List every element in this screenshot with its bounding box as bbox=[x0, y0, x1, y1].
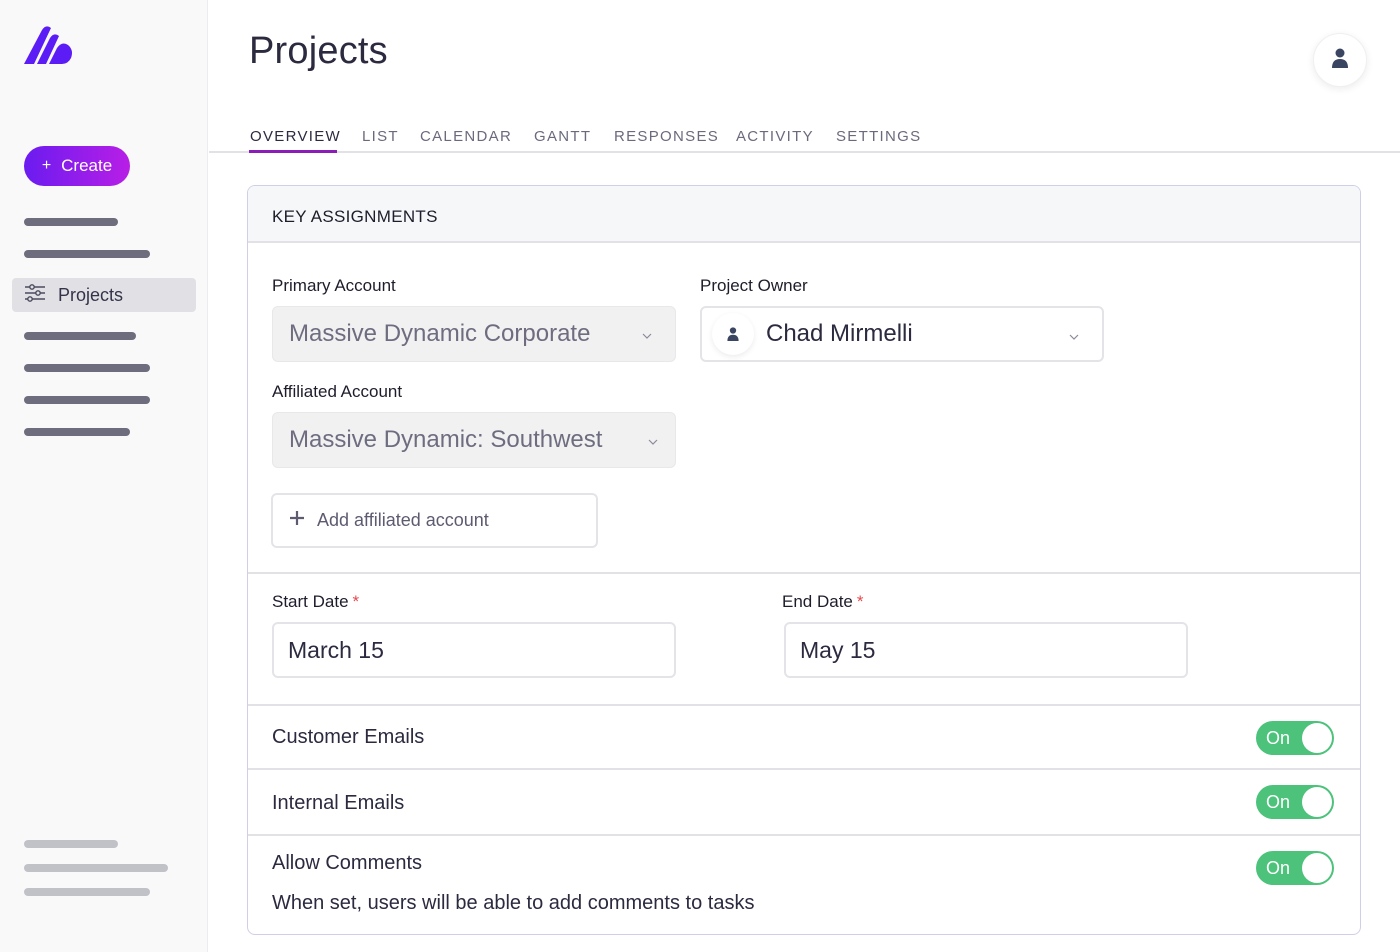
brand-logo[interactable] bbox=[24, 24, 74, 66]
footer-item-placeholder[interactable] bbox=[24, 840, 118, 848]
sidebar-item-projects[interactable]: Projects bbox=[12, 278, 196, 312]
nav-item-placeholder[interactable] bbox=[24, 332, 136, 340]
start-date-label-text: Start Date bbox=[272, 592, 349, 611]
key-assignments-card: KEY ASSIGNMENTS Primary Account Massive … bbox=[247, 185, 1361, 935]
internal-emails-toggle[interactable]: On bbox=[1256, 785, 1334, 819]
customer-emails-label: Customer Emails bbox=[272, 726, 425, 748]
start-date-label: Start Date * bbox=[272, 592, 359, 612]
active-tab-indicator bbox=[249, 150, 337, 153]
section-divider bbox=[248, 834, 1360, 836]
nav-item-placeholder[interactable] bbox=[24, 428, 130, 436]
section-divider bbox=[248, 572, 1360, 574]
tab-list[interactable]: LIST bbox=[362, 128, 399, 145]
affiliated-account-value: Massive Dynamic: Southwest bbox=[289, 426, 603, 453]
user-icon bbox=[712, 313, 754, 355]
footer-item-placeholder[interactable] bbox=[24, 888, 150, 896]
end-date-input[interactable]: May 15 bbox=[784, 622, 1188, 678]
card-title: KEY ASSIGNMENTS bbox=[272, 207, 438, 226]
nav-item-placeholder[interactable] bbox=[24, 250, 150, 258]
required-indicator: * bbox=[352, 592, 360, 611]
tab-gantt[interactable]: GANTT bbox=[534, 128, 591, 145]
primary-account-select[interactable]: Massive Dynamic Corporate bbox=[272, 306, 676, 362]
allow-comments-label: Allow Comments bbox=[272, 852, 423, 874]
customer-emails-toggle[interactable]: On bbox=[1256, 721, 1334, 755]
primary-account-label: Primary Account bbox=[272, 276, 396, 295]
tab-calendar[interactable]: CALENDAR bbox=[420, 128, 512, 145]
sidebar-item-label: Projects bbox=[58, 284, 124, 305]
end-date-label: End Date * bbox=[782, 592, 864, 612]
affiliated-account-label: Affiliated Account bbox=[272, 382, 403, 401]
sliders-icon bbox=[24, 283, 46, 307]
primary-account-value: Massive Dynamic Corporate bbox=[289, 320, 591, 347]
page-title: Projects bbox=[249, 30, 388, 72]
tab-settings[interactable]: SETTINGS bbox=[836, 128, 921, 145]
project-owner-value: Chad Mirmelli bbox=[766, 320, 913, 347]
toggle-knob bbox=[1302, 787, 1332, 817]
toggle-state: On bbox=[1266, 728, 1291, 748]
required-indicator: * bbox=[856, 592, 864, 611]
create-button[interactable]: + Create bbox=[24, 146, 130, 186]
chevron-down-icon bbox=[1068, 328, 1080, 346]
toggle-state: On bbox=[1266, 792, 1291, 812]
nav-item-placeholder[interactable] bbox=[24, 218, 118, 226]
add-affiliated-account-button[interactable]: Add affiliated account bbox=[271, 493, 598, 548]
end-date-label-text: End Date bbox=[782, 592, 853, 611]
tab-overview[interactable]: OVERVIEW bbox=[250, 128, 341, 145]
allow-comments-toggle[interactable]: On bbox=[1256, 851, 1334, 885]
project-owner-select[interactable]: Chad Mirmelli bbox=[700, 306, 1104, 362]
footer-item-placeholder[interactable] bbox=[24, 864, 168, 872]
toggle-knob bbox=[1302, 853, 1332, 883]
section-divider bbox=[248, 704, 1360, 706]
nav-item-placeholder[interactable] bbox=[24, 364, 150, 372]
tab-activity[interactable]: ACTIVITY bbox=[736, 128, 814, 145]
toggle-knob bbox=[1302, 723, 1332, 753]
start-date-input[interactable]: March 15 bbox=[272, 622, 676, 678]
toggle-state: On bbox=[1266, 858, 1291, 878]
card-header: KEY ASSIGNMENTS bbox=[248, 186, 1360, 243]
plus-icon bbox=[289, 510, 305, 531]
create-label: Create bbox=[61, 156, 113, 175]
nav-item-placeholder[interactable] bbox=[24, 396, 150, 404]
tab-responses[interactable]: RESPONSES bbox=[614, 128, 719, 145]
project-owner-label: Project Owner bbox=[700, 276, 808, 295]
tab-bar: OVERVIEW LIST CALENDAR GANTT RESPONSES A… bbox=[209, 120, 1400, 153]
section-divider bbox=[248, 768, 1360, 770]
allow-comments-description: When set, users will be able to add comm… bbox=[272, 892, 755, 914]
chevron-down-icon bbox=[641, 327, 653, 345]
sidebar: + Create Projects bbox=[0, 0, 208, 952]
chevron-down-icon bbox=[647, 433, 659, 451]
user-menu-button[interactable] bbox=[1313, 33, 1367, 87]
affiliated-account-select[interactable]: Massive Dynamic: Southwest bbox=[272, 412, 676, 468]
internal-emails-label: Internal Emails bbox=[272, 792, 405, 814]
user-icon bbox=[1330, 47, 1350, 74]
plus-icon: + bbox=[41, 157, 52, 174]
add-affiliated-account-label: Add affiliated account bbox=[317, 510, 489, 530]
